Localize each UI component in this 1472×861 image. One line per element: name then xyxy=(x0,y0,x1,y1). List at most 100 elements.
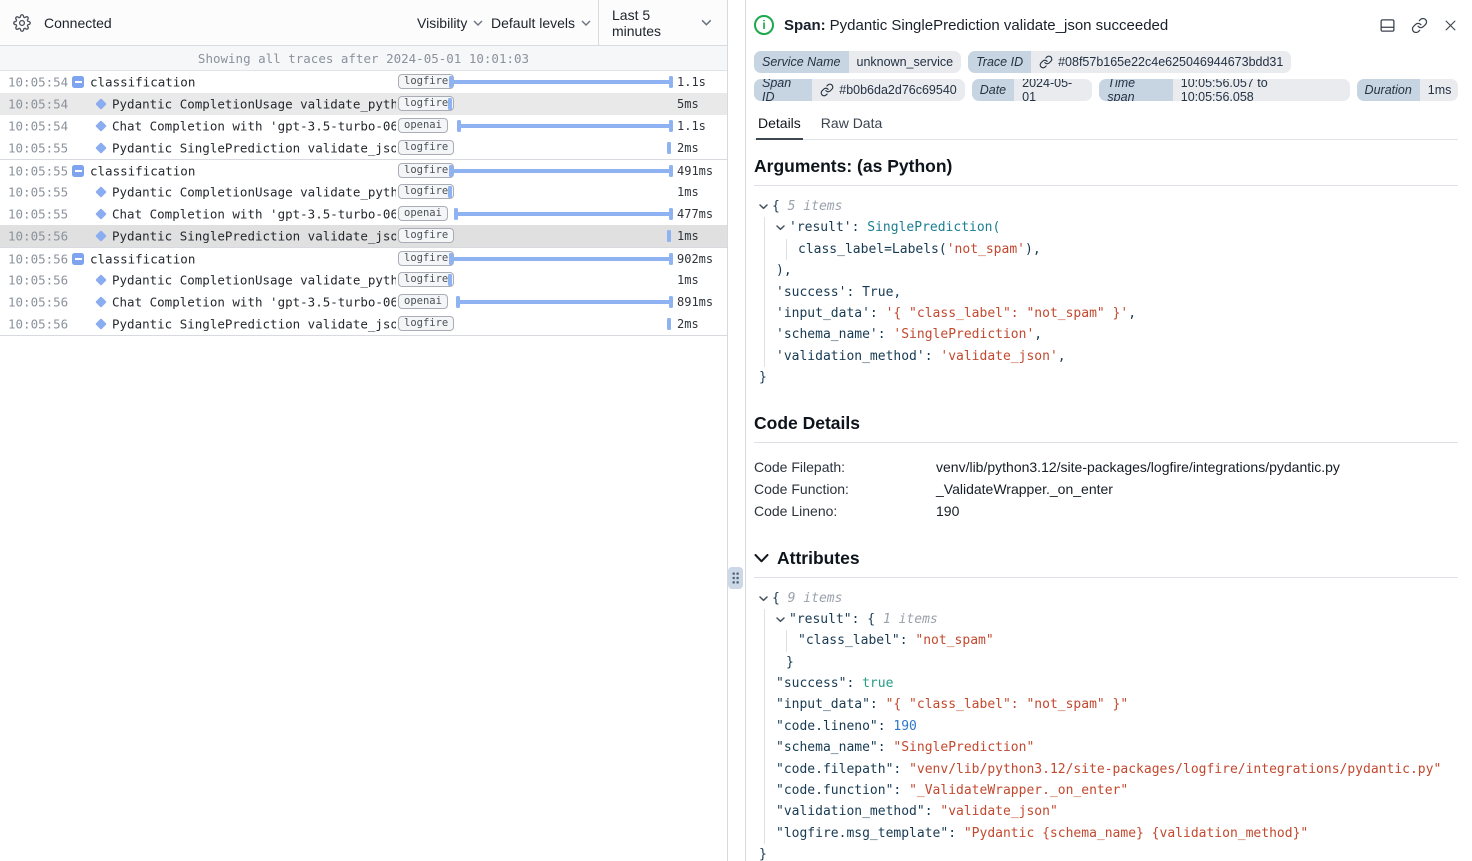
span-duration: 1ms xyxy=(677,185,699,199)
code-token-plain: : xyxy=(948,826,964,841)
span-duration: 5ms xyxy=(677,97,699,111)
collapse-toggle-icon[interactable] xyxy=(72,165,84,177)
span-diamond-icon xyxy=(95,98,106,109)
duration-bar-tick xyxy=(667,318,671,330)
code-token-str: "SinglePrediction" xyxy=(893,740,1034,755)
trace-row[interactable]: 10:05:54Pydantic CompletionUsage validat… xyxy=(0,93,727,115)
time-range-label: Last 5 minutes xyxy=(612,7,701,39)
settings-button[interactable] xyxy=(13,14,31,32)
span-duration: 491ms xyxy=(677,164,713,178)
code-token-str: 'not_spam' xyxy=(947,242,1025,257)
code-line: { 9 items xyxy=(754,588,1458,609)
panel-resize-handle[interactable] xyxy=(728,567,743,589)
trace-row[interactable]: 10:05:54classificationlogfire1.1s xyxy=(0,71,727,93)
collapse-chevron[interactable] xyxy=(776,217,789,238)
span-kind-label: Span: xyxy=(784,17,826,34)
trace-row-time: 10:05:55 xyxy=(8,185,68,200)
trace-row-time: 10:05:56 xyxy=(8,295,68,310)
code-details-label: Code Function: xyxy=(754,481,936,497)
code-details-row: Code Filepath:venv/lib/python3.12/site-p… xyxy=(754,456,1458,478)
span-name: classification xyxy=(90,163,395,178)
chevron-down-icon xyxy=(581,20,591,26)
duration-bar xyxy=(448,115,673,137)
span-name: Pydantic CompletionUsage validate_python xyxy=(112,97,396,112)
badge-value: 1ms xyxy=(1420,79,1458,101)
default-levels-menu[interactable]: Default levels xyxy=(491,15,591,31)
close-button[interactable] xyxy=(1443,18,1458,33)
code-details-table: Code Filepath:venv/lib/python3.12/site-p… xyxy=(754,456,1458,522)
span-diamond-icon xyxy=(95,120,106,131)
tab-raw-data[interactable]: Raw Data xyxy=(819,115,884,139)
badge-value[interactable]: #b0b6da2d76c69540 xyxy=(812,79,964,101)
trace-row[interactable]: 10:05:56Pydantic SinglePrediction valida… xyxy=(0,313,727,335)
span-diamond-icon xyxy=(95,208,106,219)
span-duration: 1ms xyxy=(677,273,699,287)
code-token-plain: : xyxy=(900,633,916,648)
duration-bar xyxy=(448,269,673,291)
dock-panel-button[interactable] xyxy=(1379,17,1396,34)
code-line: "logfire.msg_template": "Pydantic {schem… xyxy=(754,823,1458,844)
collapse-chevron[interactable] xyxy=(776,609,789,630)
time-range-selector[interactable]: Last 5 minutes xyxy=(599,0,727,45)
collapse-chevron[interactable] xyxy=(759,588,772,609)
badge-row: Service Nameunknown_serviceTrace ID#08f5… xyxy=(754,51,1458,73)
code-line: "schema_name": "SinglePrediction" xyxy=(754,737,1458,758)
code-token-plain: , xyxy=(1034,327,1042,342)
collapse-chevron-icon xyxy=(776,617,785,623)
scope-tag: openai xyxy=(398,294,448,309)
duration-bar-start-tick xyxy=(449,253,453,265)
duration-bar-tick xyxy=(448,274,452,286)
span-duration: 2ms xyxy=(677,141,699,155)
code-token-str: '{ "class_label": "not_spam" }' xyxy=(886,306,1129,321)
tab-details[interactable]: Details xyxy=(756,115,803,140)
code-token-key: "schema_name" xyxy=(776,740,878,755)
code-token-str: "not_spam" xyxy=(915,633,993,648)
trace-row[interactable]: 10:05:56 Chat Completion with 'gpt-3.5-tu… xyxy=(0,291,727,313)
collapse-toggle-icon[interactable] xyxy=(72,253,84,265)
code-token-key: "input_data" xyxy=(776,697,870,712)
code-token-key: "result" xyxy=(789,612,852,627)
badge-label: Date xyxy=(972,79,1014,101)
badge-row: Span ID#b0b6da2d76c69540Date2024-05-01Ti… xyxy=(754,79,1458,101)
traces-filter-banner: Showing all traces after 2024-05-01 10:0… xyxy=(0,46,727,71)
trace-row[interactable]: 10:05:55Chat Completion with 'gpt-3.5-tu… xyxy=(0,203,727,225)
code-line: "input_data": "{ "class_label": "not_spa… xyxy=(754,694,1458,715)
trace-row[interactable]: 10:05:56classificationlogfire902ms xyxy=(0,247,727,269)
trace-row[interactable]: 10:05:54Chat Completion with 'gpt-3.5-tu… xyxy=(0,115,727,137)
scope-tag: openai xyxy=(398,118,448,133)
info-success-icon: i xyxy=(754,15,774,35)
collapse-chevron-icon xyxy=(759,204,768,210)
badge-span-id: Span ID#b0b6da2d76c69540 xyxy=(754,79,965,101)
collapse-toggle-icon[interactable] xyxy=(72,76,84,88)
trace-row[interactable]: 10:05:55Pydantic CompletionUsage validat… xyxy=(0,181,727,203)
trace-row[interactable]: 10:05:56Pydantic SinglePrediction valida… xyxy=(0,225,727,247)
code-line: 'success': True, xyxy=(754,282,1458,303)
attributes-code-block: { 9 items"result": { 1 items"class_label… xyxy=(754,588,1458,861)
collapse-chevron[interactable] xyxy=(759,196,772,217)
code-token-plain: : xyxy=(893,783,909,798)
badge-value[interactable]: #08f57b165e22c4e625046944673bdd31 xyxy=(1031,51,1291,73)
trace-row[interactable]: 10:05:55classificationlogfire491ms xyxy=(0,159,727,181)
code-token-plain: 'success': True, xyxy=(776,285,901,300)
attributes-section-toggle[interactable]: Attributes xyxy=(754,548,1458,569)
details-tabs: Details Raw Data xyxy=(754,115,1458,140)
chevron-down-icon xyxy=(754,554,769,563)
duration-bar-line xyxy=(449,80,672,84)
badge-label: Trace ID xyxy=(968,51,1031,73)
span-name: Chat Completion with 'gpt-3.5-turbo-061 xyxy=(112,295,396,310)
span-title: Span:Pydantic SinglePrediction validate_… xyxy=(784,17,1168,34)
trace-row[interactable]: 10:05:55Pydantic SinglePrediction valida… xyxy=(0,137,727,159)
code-line: 'result': SinglePrediction( xyxy=(754,217,1458,238)
span-name: Pydantic SinglePrediction validate_json xyxy=(112,317,396,332)
code-line: "code.function": "_ValidateWrapper._on_e… xyxy=(754,780,1458,801)
code-token-plain: : xyxy=(846,676,862,691)
duration-bar-end-tick xyxy=(669,165,673,177)
arguments-code-block: { 5 items'result': SinglePrediction(clas… xyxy=(754,196,1458,389)
code-token-plain: ), xyxy=(776,263,792,278)
duration-bar-tick xyxy=(667,142,671,154)
visibility-menu[interactable]: Visibility xyxy=(417,15,483,31)
span-details-panel: i Span:Pydantic SinglePrediction validat… xyxy=(745,0,1472,861)
copy-link-button[interactable] xyxy=(1411,17,1428,34)
indent-guide xyxy=(764,609,765,844)
trace-row[interactable]: 10:05:56Pydantic CompletionUsage validat… xyxy=(0,269,727,291)
